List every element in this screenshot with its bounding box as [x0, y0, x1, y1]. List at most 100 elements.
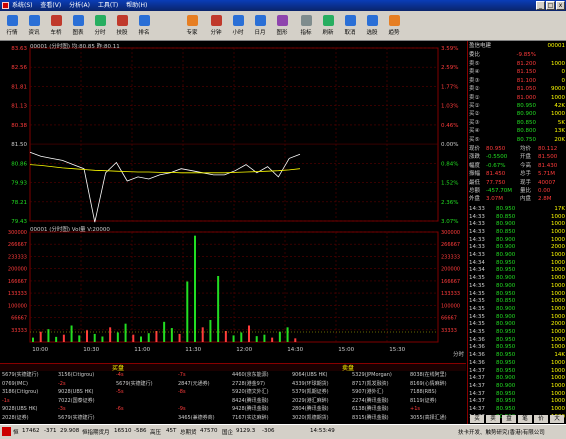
broker-cell[interactable]: 8038(在线阿里) [410, 372, 447, 379]
row-volume: 5K [557, 119, 565, 126]
toolbar-button-13[interactable]: 刷新 [318, 14, 338, 38]
toolbar-button-15[interactable]: 选股 [362, 14, 382, 38]
panel-tab-0[interactable]: 买 [470, 415, 484, 423]
broker-cell[interactable]: 8717(凯发融资) [352, 381, 389, 388]
broker-cell[interactable]: -8s [178, 389, 186, 396]
toolbar-button-6[interactable]: 排名 [134, 14, 154, 38]
broker-cell[interactable]: 5907(港外汇) [352, 389, 384, 396]
volume-bar [47, 329, 50, 342]
toolbar-button-1[interactable]: 资讯 [24, 14, 44, 38]
broker-cell[interactable]: 7188(RBS) [410, 389, 437, 396]
expert-icon [186, 15, 198, 26]
broker-cell[interactable]: 3186(Citigrou) [2, 389, 38, 396]
broker-cell[interactable]: -3s [58, 406, 66, 413]
indicator-icon [300, 15, 312, 26]
toolbar-button-5[interactable]: 技股 [112, 14, 132, 38]
toolbar-button-label: 技股 [116, 30, 128, 36]
volume-tick-label-right: 133333 [441, 291, 460, 297]
broker-cell[interactable]: 8315(腾讯金融) [352, 415, 389, 422]
broker-cell[interactable]: -4s [116, 372, 124, 379]
broker-cell[interactable]: 2028(证券) [2, 415, 29, 422]
panel-tab-2[interactable]: 盘 [502, 415, 516, 423]
panel-tab-5[interactable]: 大 [550, 415, 564, 423]
broker-cell[interactable]: 5679(实德建行) [116, 381, 153, 388]
toolbar-button-10[interactable]: 日月 [250, 14, 270, 38]
toolbar-button-4[interactable]: 分时 [90, 14, 110, 38]
broker-cell[interactable]: 9428(腾讯金融) [232, 406, 269, 413]
close-button[interactable]: x [556, 1, 565, 10]
broker-cell[interactable]: 2029(港汇麻醉) [292, 398, 329, 405]
broker-cell[interactable]: 5920(德文外汇) [232, 389, 269, 396]
volume-bar [224, 331, 227, 342]
broker-cell[interactable]: 0769(IMC) [2, 381, 28, 388]
broker-cell[interactable]: -2s [58, 381, 66, 388]
broker-cell[interactable]: 9028(UBS HK) [58, 389, 93, 396]
broker-cell[interactable]: 5379(凯期证券) [292, 389, 329, 396]
broker-cell[interactable]: 4460(京东能源) [232, 372, 269, 379]
price-tick-label: 80.38 [11, 123, 27, 129]
row-volume: 0 [561, 77, 566, 84]
broker-cell[interactable]: 3465(兼德券商) [178, 415, 215, 422]
broker-cell[interactable]: 9064(UBS HK) [292, 372, 327, 379]
toolbar-button-9[interactable]: 小时 [228, 14, 248, 38]
menu-view[interactable]: 查看(V) [40, 2, 61, 9]
broker-cell[interactable]: 8424(腾讯金融) [232, 398, 269, 405]
broker-cell[interactable]: 5679(实德建行) [58, 415, 95, 422]
broker-cell[interactable]: 3055(高择汇通) [410, 415, 447, 422]
broker-cell[interactable]: 2847(元通券) [178, 381, 210, 388]
toolbar-button-7[interactable]: 专家 [182, 14, 202, 38]
stat-d: 81.430 [538, 162, 558, 169]
volume-bar [116, 332, 119, 342]
broker-cell[interactable]: -5s [116, 389, 124, 396]
menu-system[interactable]: 系统(S) [12, 2, 33, 9]
toolbar-button-14[interactable]: 取消 [340, 14, 360, 38]
broker-cell[interactable]: 5329(JPMorgan) [352, 372, 392, 379]
broker-cell[interactable]: 2728(港金97) [232, 381, 265, 388]
menu-help[interactable]: 帮助(H) [126, 2, 147, 9]
broker-cell[interactable]: 3020(凯德期货) [292, 415, 329, 422]
toolbar-button-16[interactable]: 趋势 [384, 14, 404, 38]
row-label: 买① [469, 103, 480, 109]
weibi-label: 委比 [469, 52, 481, 58]
broker-cell[interactable]: 5679(实德建行) [2, 372, 39, 379]
maximize-button[interactable]: □ [546, 1, 555, 10]
broker-cell[interactable]: 9028(UBS HK) [2, 406, 37, 413]
news-ticker[interactable]: 扶卡开发、触势研究(香港)有限公司 [458, 428, 545, 436]
volume-chart-header: 00001 (分时图) Vol量 V:20000 [30, 227, 110, 233]
minimize-button[interactable]: _ [536, 1, 545, 10]
bid-row: 买① 80.950 42K [468, 102, 566, 110]
menu-tools[interactable]: 工具(T) [98, 2, 118, 9]
toolbar-button-12[interactable]: 指标 [296, 14, 316, 38]
broker-cell[interactable]: 7167(实达麻醉) [232, 415, 269, 422]
volume-tick-label: 300000 [8, 230, 27, 236]
broker-cell[interactable]: 4339(环球期货) [292, 381, 329, 388]
row-label: 卖② [469, 86, 480, 93]
broker-cell[interactable]: 3156(Citigrou) [58, 372, 94, 379]
chart-svg[interactable]: 83.63 3.59% 82.56 2.59% 81.81 1.77% 81.13 1.03%… [0, 41, 466, 363]
toolbar-button-label: 选股 [366, 30, 378, 36]
broker-cell[interactable]: +1s [410, 406, 420, 413]
toolbar-button-11[interactable]: 图形 [272, 14, 292, 38]
row-volume: 9000 [551, 86, 565, 93]
toolbar-button-0[interactable]: 行情 [2, 14, 22, 38]
price-pct-tick-label: 2.36% [441, 200, 458, 206]
broker-cell[interactable]: -9s [178, 406, 186, 413]
broker-cell[interactable]: 2274(腾讯金融) [352, 398, 389, 405]
panel-tab-1[interactable]: 卖 [486, 415, 500, 423]
ask-row: 卖④ 81.150 0 [468, 68, 566, 76]
toolbar-button-8[interactable]: 分钟 [206, 14, 226, 38]
broker-cell[interactable]: 6138(腾讯金融) [352, 406, 389, 413]
toolbar-button-3[interactable]: 图表 [68, 14, 88, 38]
menu-analyze[interactable]: 分析(A) [69, 2, 90, 9]
broker-cell[interactable]: -7s [178, 372, 186, 379]
panel-tab-3[interactable]: 笔 [518, 415, 532, 423]
broker-cell[interactable]: 7022(国泰证券) [58, 398, 95, 405]
panel-tab-4[interactable]: 价 [534, 415, 548, 423]
broker-cell[interactable]: -1s [2, 398, 10, 405]
toolbar-button-2[interactable]: 车桥 [46, 14, 66, 38]
volume-tick-label: 166667 [8, 279, 27, 285]
broker-cell[interactable]: 2804(腾讯金融) [292, 406, 329, 413]
broker-cell[interactable]: 8169(心情麻醉) [410, 381, 447, 388]
broker-cell[interactable]: -6s [116, 406, 124, 413]
broker-cell[interactable]: 8119(证券) [410, 398, 437, 405]
